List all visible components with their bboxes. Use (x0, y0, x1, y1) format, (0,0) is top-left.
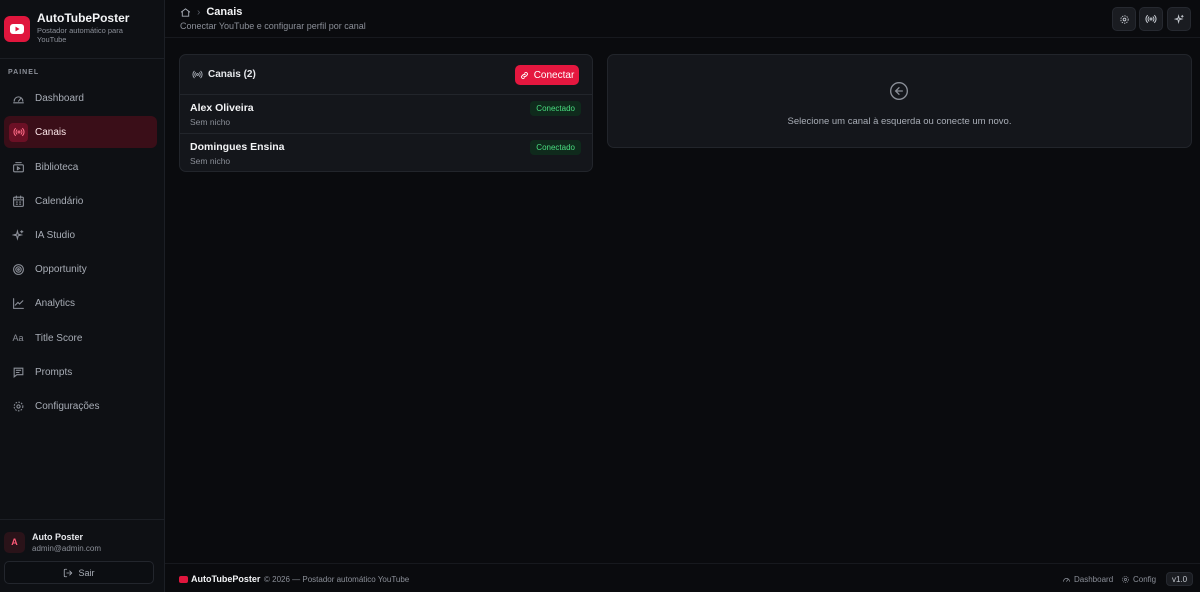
version-badge: v1.0 (1166, 572, 1194, 586)
divider (0, 58, 165, 59)
divider (0, 519, 165, 520)
sidebar-item-label: Dashboard (35, 92, 84, 104)
sidebar: AutoTubePoster Postador automático para … (0, 0, 165, 592)
message-icon (10, 364, 26, 380)
channels-panel-title: Canais (2) (208, 69, 256, 80)
channel-niche: Sem nicho (190, 156, 231, 166)
channel-name: Alex Oliveira (190, 102, 254, 114)
user-profile[interactable]: A Auto Poster admin@admin.com (4, 529, 162, 555)
logout-icon (63, 568, 78, 578)
gauge-icon (10, 90, 26, 106)
breadcrumb: › Canais (180, 6, 242, 18)
channels-panel: Canais (2) Conectar Alex Oliveira Sem ni… (179, 54, 593, 172)
footer-brand-label: AutoTubePoster (191, 574, 261, 584)
page-header: › Canais Conectar YouTube e configurar p… (165, 0, 1200, 38)
sidebar-item-canais[interactable]: Canais (4, 116, 157, 148)
sidebar-item-label: Biblioteca (35, 161, 79, 173)
broadcast-icon (1145, 13, 1157, 25)
line-chart-icon (10, 295, 26, 311)
gear-icon (10, 398, 26, 414)
text-aa-icon: Aa (12, 333, 24, 343)
footer-link-config[interactable]: Config (1121, 575, 1156, 584)
video-library-icon (10, 159, 26, 175)
footer-copyright: © 2026 — Postador automático YouTube (264, 575, 410, 584)
footer: AutoTubePoster © 2026 — Postador automát… (165, 563, 1200, 592)
sparkles-icon (1173, 13, 1185, 25)
brand[interactable]: AutoTubePoster Postador automático para … (4, 10, 162, 50)
sidebar-item-ia-studio[interactable]: IA Studio (4, 219, 157, 251)
home-icon[interactable] (180, 7, 191, 18)
channel-niche: Sem nicho (190, 117, 231, 127)
sidebar-item-label: IA Studio (35, 229, 76, 241)
sidebar-item-dashboard[interactable]: Dashboard (4, 82, 157, 114)
sidebar-item-label: Opportunity (35, 263, 87, 275)
sidebar-item-prompts[interactable]: Prompts (4, 356, 157, 388)
sidebar-item-biblioteca[interactable]: Biblioteca (4, 151, 157, 183)
sidebar-item-label: Analytics (35, 297, 76, 309)
footer-link-label: Dashboard (1074, 575, 1114, 584)
footer-link-label: Config (1133, 575, 1157, 584)
channel-row[interactable]: Domingues Ensina Sem nicho Conectado (180, 133, 592, 171)
empty-state-message: Selecione um canal à esquerda ou conecte… (787, 116, 1012, 127)
youtube-icon (4, 16, 30, 42)
sidebar-item-configuracoes[interactable]: Configurações (4, 390, 157, 422)
gauge-icon (1062, 575, 1074, 584)
connect-button[interactable]: Conectar (515, 65, 579, 85)
status-badge: Conectado (530, 101, 581, 116)
channel-row[interactable]: Alex Oliveira Sem nicho Conectado (180, 95, 592, 133)
sidebar-item-label: Calendário (35, 195, 84, 207)
sidebar-item-calendario[interactable]: Calendário (4, 185, 157, 217)
page-subtitle: Conectar YouTube e configurar perfil por… (180, 21, 366, 31)
logout-button[interactable]: Sair (4, 561, 154, 584)
gear-icon (1121, 575, 1133, 584)
brand-subtitle: Postador automático para YouTube (37, 26, 123, 44)
brand-title: AutoTubePoster (37, 11, 130, 25)
ai-button[interactable] (1167, 7, 1191, 31)
broadcast-icon (9, 122, 28, 142)
sidebar-item-opportunity[interactable]: Opportunity (4, 253, 157, 285)
arrow-left-circle-icon (889, 81, 909, 101)
calendar-icon (10, 193, 26, 209)
sidebar-item-label: Title Score (35, 332, 83, 344)
page-title: Canais (206, 6, 243, 18)
channel-detail-panel: Selecione um canal à esquerda ou conecte… (607, 54, 1192, 148)
sidebar-item-label: Canais (35, 126, 67, 138)
connect-label: Conectar (533, 69, 575, 81)
footer-link-dashboard[interactable]: Dashboard (1062, 575, 1113, 584)
sparkles-icon (10, 227, 26, 243)
gear-icon (1119, 14, 1130, 25)
target-icon (10, 261, 26, 277)
youtube-icon (179, 575, 188, 583)
user-name: Auto Poster (32, 531, 84, 542)
channel-name: Domingues Ensina (190, 141, 285, 153)
footer-brand: AutoTubePoster (179, 574, 260, 584)
settings-button[interactable] (1112, 7, 1136, 31)
broadcast-icon (192, 69, 208, 80)
section-label: PAINEL (8, 69, 40, 76)
broadcast-button[interactable] (1139, 7, 1163, 31)
sidebar-item-analytics[interactable]: Analytics (4, 287, 157, 319)
sidebar-item-label: Prompts (35, 366, 73, 378)
sidebar-item-title-score[interactable]: Aa Title Score (4, 322, 157, 354)
avatar: A (4, 531, 25, 553)
link-icon (520, 71, 534, 80)
sidebar-item-label: Configurações (35, 400, 100, 412)
chevron-right-icon: › (197, 6, 201, 18)
status-badge: Conectado (530, 140, 581, 155)
channels-panel-header: Canais (2) Conectar (180, 55, 592, 95)
logout-label: Sair (78, 567, 95, 578)
user-email: admin@admin.com (32, 543, 102, 553)
